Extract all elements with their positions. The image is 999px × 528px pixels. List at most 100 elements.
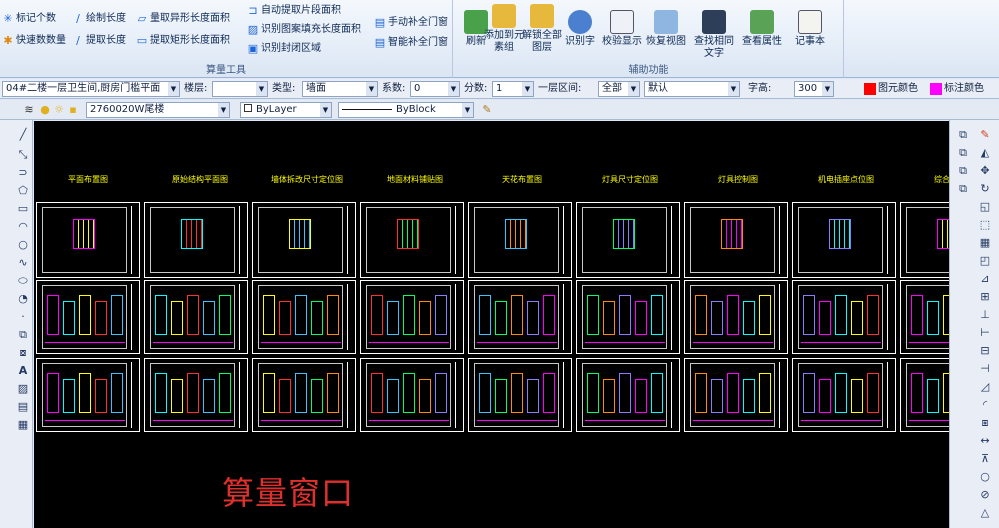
elevation-element (727, 295, 739, 335)
ellipse-icon[interactable]: ⬭ (16, 274, 30, 288)
floor-line (369, 420, 449, 421)
explode-icon[interactable]: ⧆ (978, 416, 992, 430)
copy-icon[interactable]: ⧉ (956, 182, 970, 196)
spline-icon[interactable]: ∿ (16, 256, 30, 270)
table-icon[interactable]: ▦ (16, 418, 30, 432)
elevation-element (587, 295, 599, 335)
measure-icon[interactable]: ⊼ (978, 452, 992, 466)
drawing-sheet (900, 358, 949, 432)
arc-icon[interactable]: ◠ (16, 220, 30, 234)
view-properties-button[interactable]: 查看属性 (742, 10, 782, 48)
join-icon[interactable]: ⊣ (978, 362, 992, 376)
break-icon[interactable]: ⊟ (978, 344, 992, 358)
title-block (131, 206, 137, 274)
layer-manager-icon[interactable]: ≋ (22, 103, 36, 117)
circle-icon[interactable]: ⊘ (978, 488, 992, 502)
arc-icon[interactable]: ⊃ (16, 166, 30, 180)
array-icon[interactable]: ▦ (978, 236, 992, 250)
triangle-icon[interactable]: △ (978, 506, 992, 520)
closed-area-button[interactable]: ▣ 识别封闭区域 (247, 40, 321, 58)
fillet-icon[interactable]: ◜ (978, 398, 992, 412)
notepad-button[interactable]: 记事本 (790, 10, 830, 48)
floor-line (801, 420, 881, 421)
insert-block-icon[interactable]: ⧉ (16, 328, 30, 342)
line-icon[interactable]: ╱ (16, 128, 30, 142)
auto-segment-button[interactable]: ⊐ 自动提取片段面积 (247, 2, 341, 20)
drawing-sheet (360, 280, 464, 354)
extract-length-button[interactable]: ∕ 提取长度 (72, 32, 126, 50)
draw-length-button[interactable]: ∕ 绘制长度 (72, 10, 126, 28)
elevation-element (187, 295, 199, 335)
drawing-canvas[interactable]: 平面布置图 原始结构平面图 墙体拆改尺寸定位图 地面材料铺贴图 天花布置图 灯具… (34, 121, 949, 528)
floor-select[interactable]: ▼ (212, 81, 268, 97)
layer-count-select[interactable]: 1 ▼ (492, 81, 534, 97)
floor-line (153, 420, 233, 421)
hatch-area-button[interactable]: ▨ 识别图案填充长度面积 (247, 21, 361, 39)
elevation-element (219, 373, 231, 413)
image-icon[interactable]: ▨ (16, 382, 30, 396)
chevron-down-icon: ▼ (728, 82, 739, 96)
mark-count-button[interactable]: ✳ 标记个数 (2, 10, 56, 28)
elevation-element (263, 295, 275, 335)
irregular-area-button[interactable]: ▱ 量取异形长度面积 (136, 10, 230, 28)
restore-view-button[interactable]: 恢复视图 (646, 10, 686, 48)
add-element-button[interactable]: 添加到元素组 (484, 4, 524, 54)
rect-icon[interactable]: ▭ (16, 202, 30, 216)
manual-door-button[interactable]: ▤ 手动补全门窗 (374, 14, 448, 32)
elevation-element (743, 379, 755, 413)
category-select[interactable]: 墙面 ▼ (302, 81, 378, 97)
copy-icon[interactable]: ⧉ (956, 164, 970, 178)
mark-color-swatch[interactable] (930, 83, 942, 95)
smart-door-button[interactable]: ▤ 智能补全门窗 (374, 34, 448, 52)
elevation-element (619, 373, 631, 413)
circle-icon[interactable]: ○ (978, 470, 992, 484)
scale-icon[interactable]: ◱ (978, 200, 992, 214)
copy-icon[interactable]: ⧉ (956, 146, 970, 160)
mirror-icon[interactable]: ⊿ (978, 272, 992, 286)
offset-icon[interactable]: ◰ (978, 254, 992, 268)
filter-select[interactable]: 全部 ▼ (598, 81, 640, 97)
rotate-icon[interactable]: ↻ (978, 182, 992, 196)
dim-icon[interactable]: ↔ (978, 434, 992, 448)
title-block (887, 206, 893, 274)
circle-icon[interactable]: ○ (16, 238, 30, 252)
unlock-layers-button[interactable]: 解锁全部图层 (522, 4, 562, 54)
elevation-element (851, 379, 863, 413)
chamfer-icon[interactable]: ◿ (978, 380, 992, 394)
trim-icon[interactable]: ⊥ (978, 308, 992, 322)
default-select[interactable]: 默认 ▼ (644, 81, 740, 97)
hatch-icon[interactable]: ▤ (16, 400, 30, 414)
title-block (455, 284, 461, 350)
color-select[interactable]: ByLayer ▼ (240, 102, 332, 118)
rect-area-button[interactable]: ▭ 提取矩形长度面积 (136, 32, 230, 50)
match-properties-icon[interactable]: ✎ (480, 103, 494, 117)
layer-select[interactable]: 2760020W尾楼 ▼ (86, 102, 230, 118)
linetype-select[interactable]: ByBlock ▼ (338, 102, 474, 118)
extend-icon[interactable]: ⊢ (978, 326, 992, 340)
count-select[interactable]: 0 ▼ (410, 81, 460, 97)
fill-color-swatch[interactable] (864, 83, 876, 95)
ellipse-arc-icon[interactable]: ◔ (16, 292, 30, 306)
array-icon[interactable]: ⊞ (978, 290, 992, 304)
polyline-icon[interactable]: ⤡ (16, 148, 30, 162)
make-block-icon[interactable]: ⧇ (16, 346, 30, 360)
floor-line (909, 420, 949, 421)
mirror-icon[interactable]: ◭ (978, 146, 992, 160)
chevron-down-icon: ▼ (218, 103, 229, 117)
elevation-element (479, 373, 491, 413)
find-text-button[interactable]: 查找相同文字 (694, 10, 734, 60)
point-icon[interactable]: · (16, 310, 30, 324)
copy-icon[interactable]: ⧉ (956, 128, 970, 142)
recognize-text-button[interactable]: 识别字 (560, 10, 600, 48)
file-select[interactable]: 04#二楼一层卫生间,厨房门槛平面 ▼ (2, 81, 180, 97)
quick-count-button[interactable]: ✱ 快速数数量 (2, 32, 66, 50)
font-height-input[interactable]: 300 ▼ (794, 81, 834, 97)
title-block (455, 206, 461, 274)
stretch-icon[interactable]: ⬚ (978, 218, 992, 232)
erase-icon[interactable]: ✎ (978, 128, 992, 142)
check-display-button[interactable]: 校验显示 (602, 10, 642, 48)
move-icon[interactable]: ✥ (978, 164, 992, 178)
table-icon (750, 10, 774, 34)
text-icon[interactable]: A (16, 364, 30, 378)
polygon-icon[interactable]: ⬠ (16, 184, 30, 198)
